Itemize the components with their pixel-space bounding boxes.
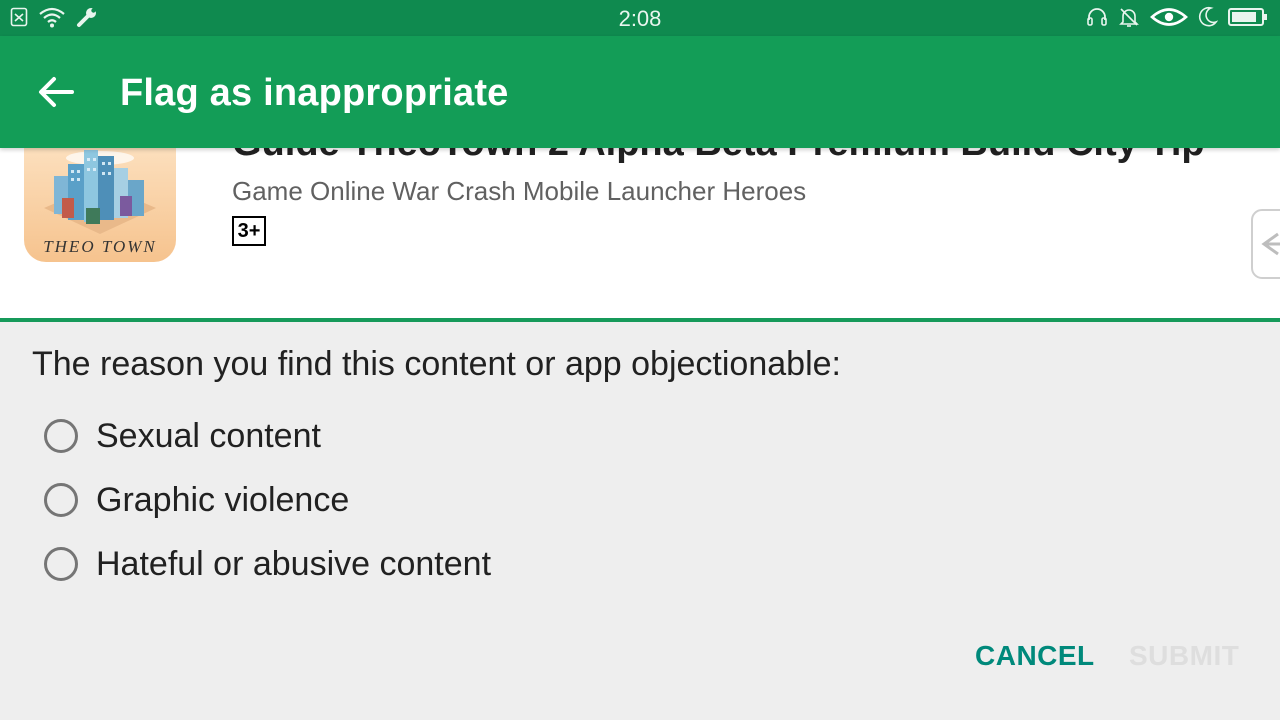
reason-question: The reason you find this content or app … [32,345,841,383]
app-info-card: THEO TOWN Guide TheoTown 2 Alpha Beta Pr… [0,148,1280,318]
radio-button[interactable] [44,547,78,581]
app-bar: Flag as inappropriate [0,36,1280,148]
side-handle-icon [1251,209,1280,279]
eye-icon [1150,6,1188,33]
app-icon-caption: THEO TOWN [43,237,157,256]
option-label: Graphic violence [96,480,350,519]
moon-icon [1198,6,1219,33]
page-title: Flag as inappropriate [120,72,509,114]
option-graphic-violence[interactable]: Graphic violence [44,478,349,522]
side-handle[interactable] [1248,208,1280,280]
status-right-icons [1086,6,1268,33]
radio-button[interactable] [44,419,78,453]
option-hateful-content[interactable]: Hateful or abusive content [44,542,491,586]
option-sexual-content[interactable]: Sexual content [44,414,321,458]
bell-off-icon [1118,6,1140,33]
back-button[interactable] [30,66,82,118]
option-label: Hateful or abusive content [96,544,492,583]
status-bar: 2:08 [0,0,1280,36]
battery-icon [1228,7,1268,32]
submit-button[interactable]: SUBMIT [1129,640,1239,672]
radio-button[interactable] [44,483,78,517]
app-icon: THEO TOWN [24,148,176,262]
headset-icon [1086,6,1108,33]
app-developer[interactable]: Game Online War Crash Mobile Launcher He… [232,176,806,207]
section-divider [0,318,1280,322]
option-label: Sexual content [96,416,321,455]
cancel-button[interactable]: CANCEL [975,640,1095,672]
back-arrow-icon [39,77,74,107]
content-rating-badge: 3+ [232,216,266,246]
city-buildings-icon: THEO TOWN [43,150,157,256]
app-name: Guide TheoTown 2 Alpha Beta Premium Buil… [232,148,1205,165]
